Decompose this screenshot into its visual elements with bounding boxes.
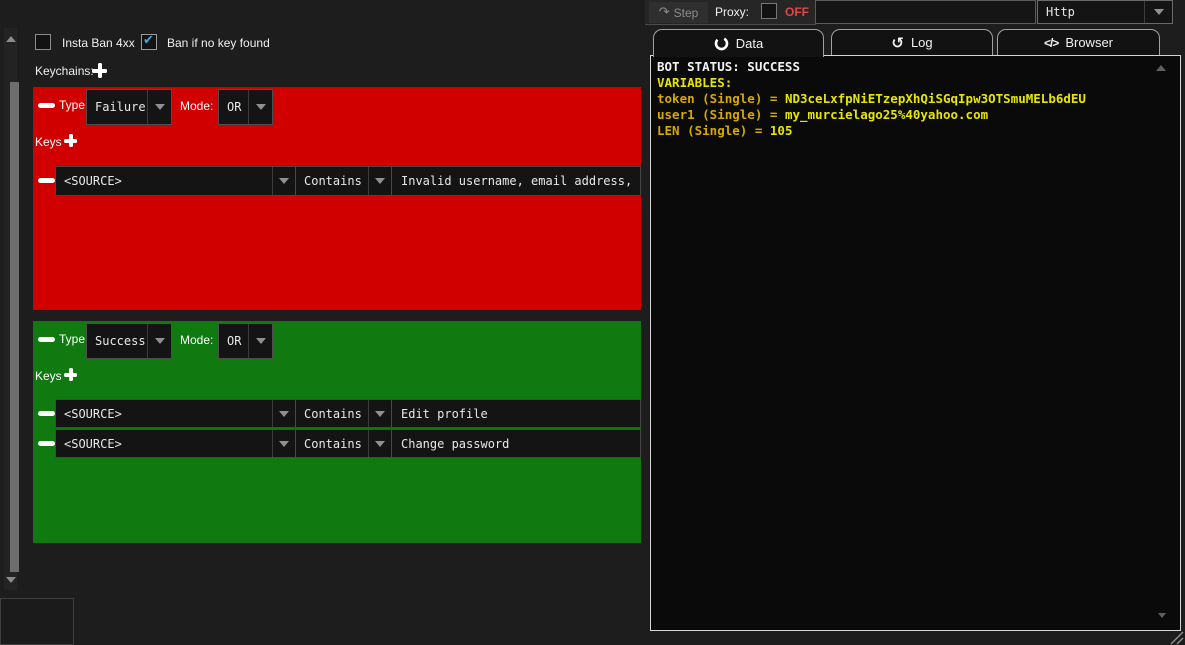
tab-browser[interactable]: </> Browser [997,29,1160,55]
bot-data-output: BOT STATUS: SUCCESS VARIABLES: token (Si… [650,55,1181,631]
variable-line: user1 (Single) = my_murcielago25%40yahoo… [657,107,1086,123]
keychain-type-value: Failure [87,90,147,124]
variable-value: my_murcielago25%40yahoo.com [785,107,988,122]
chevron-down-icon[interactable] [147,324,171,358]
chevron-down-icon[interactable] [1144,1,1172,23]
keychain-failure-block: Type: Failure Mode: OR Keys <SOURCE> Con… [33,87,641,310]
add-key-plus-icon[interactable] [64,134,77,147]
key-source-value: <SOURCE> [56,437,272,451]
remove-key-minus-icon[interactable] [38,411,55,416]
keychain-type-dropdown[interactable]: Failure [86,89,172,125]
proxy-status: OFF [785,5,809,19]
variable-name: LEN (Single) = [657,123,770,138]
chevron-down-icon[interactable] [272,400,295,427]
key-source-dropdown[interactable]: <SOURCE> [56,400,295,427]
ban-no-key-checkbox[interactable]: ✔ [141,34,157,50]
key-condition-value: Contains [296,407,368,421]
keys-label: Keys [35,369,62,383]
key-condition-dropdown[interactable]: Contains [295,430,391,457]
mode-label: Mode: [180,333,213,347]
key-value-input[interactable]: Edit profile [391,400,640,427]
scroll-down-icon[interactable] [6,577,16,583]
address-input[interactable] [815,0,1036,24]
tab-browser-label: Browser [1065,35,1113,50]
remove-keychain-minus-icon[interactable] [38,103,55,108]
insta-ban-checkbox[interactable] [35,34,51,50]
history-icon: ↺ [891,36,904,50]
left-scrollbar[interactable] [4,28,17,590]
add-key-plus-icon[interactable] [64,368,77,381]
key-source-dropdown[interactable]: <SOURCE> [56,430,295,457]
key-condition-dropdown[interactable]: Contains [295,167,391,195]
remove-key-minus-icon[interactable] [38,441,55,446]
key-condition-value: Contains [296,437,368,451]
key-condition-value: Contains [296,174,368,188]
tab-log[interactable]: ↺ Log [831,29,993,55]
add-keychain-plus-icon[interactable] [92,63,107,78]
proxy-label: Proxy: [715,5,749,19]
insta-ban-label: Insta Ban 4xx [62,36,135,50]
remove-key-minus-icon[interactable] [38,178,55,183]
data-spinner-icon [714,36,729,51]
remove-keychain-minus-icon[interactable] [38,337,55,342]
tab-log-label: Log [911,35,933,50]
type-label: Type: [59,98,88,112]
variable-value: ND3ceLxfpNiETzepXhQiSGqIpw3OTSmuMELb6dEU [785,91,1086,106]
step-button[interactable]: ↷ Step [649,2,708,23]
variable-value: 105 [770,123,793,138]
key-source-dropdown[interactable]: <SOURCE> [56,167,295,195]
bot-status-line: BOT STATUS: SUCCESS [657,59,1086,75]
tab-data[interactable]: Data [653,29,824,57]
chevron-down-icon[interactable] [272,430,295,457]
chevron-down-icon[interactable] [368,430,391,457]
keychain-mode-dropdown[interactable]: OR [218,89,273,125]
key-condition-dropdown[interactable]: Contains [295,400,391,427]
ban-no-key-label: Ban if no key found [167,36,270,50]
variable-line: token (Single) = ND3ceLxfpNiETzepXhQiSGq… [657,91,1086,107]
chevron-down-icon[interactable] [368,400,391,427]
chevron-down-icon[interactable] [248,324,272,358]
step-arrow-icon: ↷ [659,5,670,20]
step-button-label: Step [674,6,699,20]
check-icon: ✔ [143,33,154,48]
chevron-down-icon[interactable] [368,167,391,195]
key-row: <SOURCE> Contains Invalid username, emai… [55,166,641,196]
variable-line: LEN (Single) = 105 [657,123,1086,139]
chevron-down-icon[interactable] [147,90,171,124]
code-icon: </> [1044,36,1058,50]
left-scrollbar-thumb[interactable] [10,82,19,572]
chevron-down-icon[interactable] [272,167,295,195]
variables-header: VARIABLES: [657,75,1086,91]
type-label: Type: [59,332,88,346]
keychain-type-dropdown[interactable]: Success [86,323,172,359]
keychains-label: Keychains: [35,64,94,78]
mode-label: Mode: [180,99,213,113]
keychain-mode-value: OR [219,324,248,358]
key-value-input[interactable]: Change password [391,430,640,457]
keys-label: Keys [35,135,62,149]
resize-grip-icon[interactable] [1168,629,1184,645]
log-scroll-up-icon[interactable] [1156,65,1166,71]
tab-data-label: Data [736,36,763,51]
keychain-mode-dropdown[interactable]: OR [218,323,273,359]
key-row: <SOURCE> Contains Change password [55,429,641,458]
key-source-value: <SOURCE> [56,407,272,421]
keychain-success-block: Type: Success Mode: OR Keys <SOURCE> Con… [33,321,641,543]
log-scroll-down-icon[interactable] [1158,613,1166,618]
request-type-dropdown[interactable]: Http [1037,0,1173,24]
proxy-checkbox[interactable] [761,3,777,19]
key-value-input[interactable]: Invalid username, email address, or [391,167,640,195]
variable-name: user1 (Single) = [657,107,785,122]
keychain-type-value: Success [87,324,147,358]
scroll-up-icon[interactable] [6,36,16,42]
corner-box [0,598,74,645]
key-source-value: <SOURCE> [56,174,272,188]
chevron-down-icon[interactable] [248,90,272,124]
debugger-toolbar: ↷ Step Proxy: OFF [645,0,816,25]
keychain-mode-value: OR [219,90,248,124]
variable-name: token (Single) = [657,91,785,106]
key-row: <SOURCE> Contains Edit profile [55,399,641,428]
request-type-value: Http [1038,1,1144,23]
